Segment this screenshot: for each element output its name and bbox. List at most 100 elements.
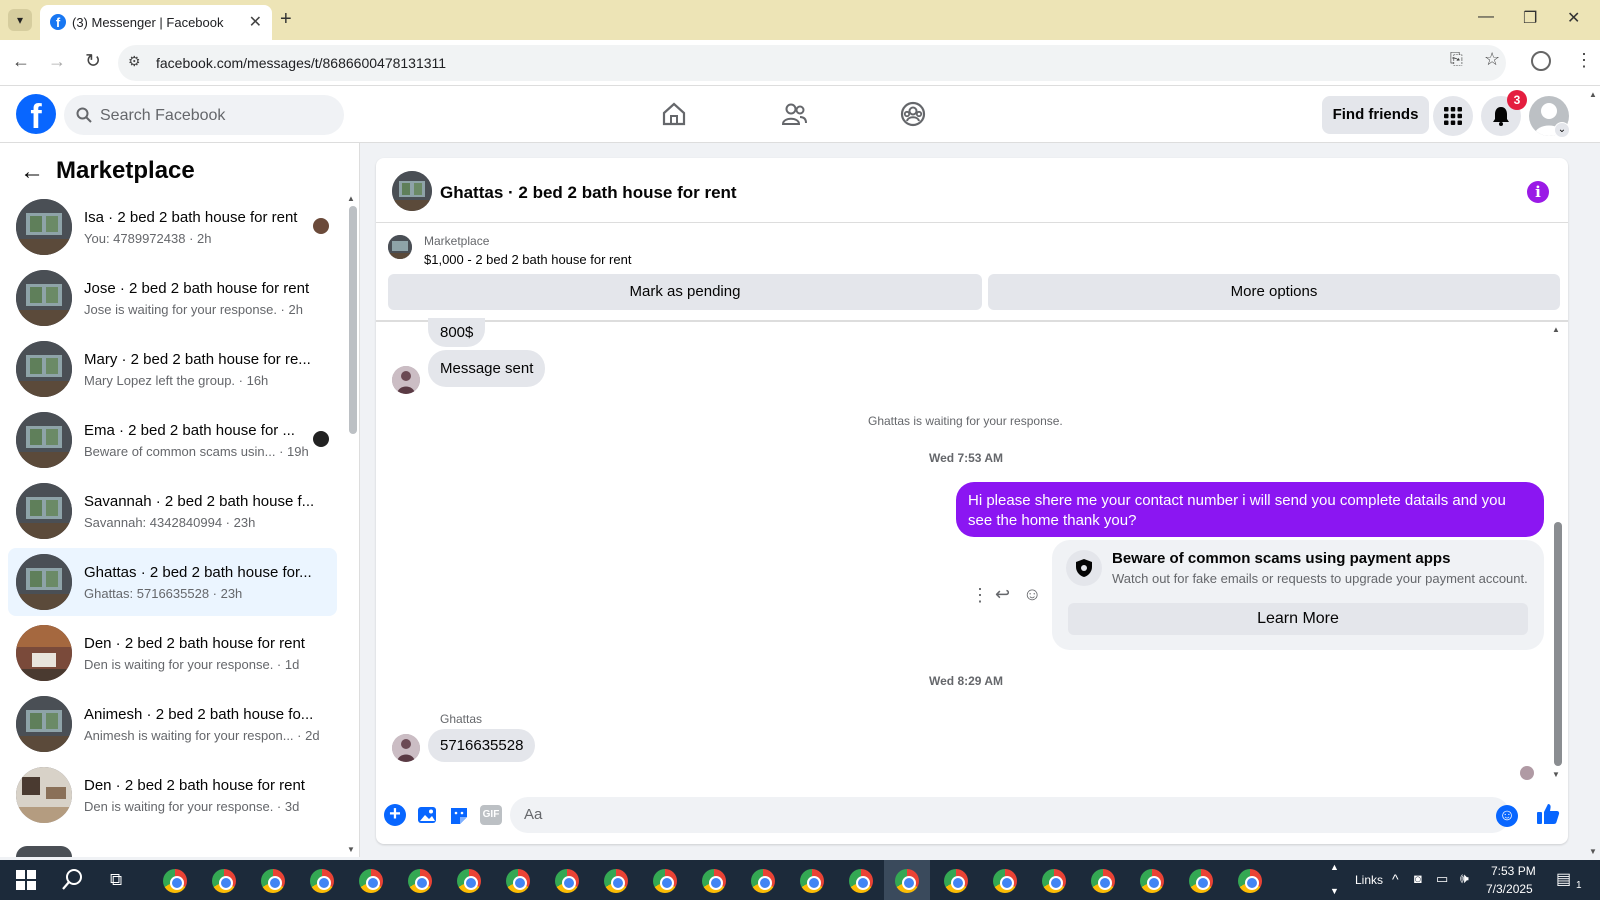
chat-scrollbar[interactable] bbox=[1554, 522, 1562, 766]
install-icon[interactable]: ⎘ bbox=[1450, 51, 1463, 69]
browser-tab[interactable]: f (3) Messenger | Facebook ✕ bbox=[40, 5, 272, 40]
conversation-item[interactable]: Den · 2 bed 2 bath house for rent Den is… bbox=[8, 619, 337, 687]
conversation-item[interactable]: Mary · 2 bed 2 bath house for re... Mary… bbox=[8, 335, 337, 403]
action-center-icon[interactable]: ▤ bbox=[1556, 869, 1571, 889]
bookmark-star-icon[interactable]: ☆ bbox=[1484, 49, 1500, 70]
chrome-taskbar-icon-active[interactable] bbox=[895, 869, 919, 893]
minimize-icon[interactable]: — bbox=[1478, 8, 1494, 26]
message-bubble[interactable]: 800$ bbox=[428, 318, 486, 347]
conversation-item[interactable]: Animesh · 2 bed 2 bath house fo... Anime… bbox=[8, 690, 337, 758]
meet-now-icon[interactable]: ◙ bbox=[1414, 871, 1422, 886]
chrome-taskbar-icon[interactable] bbox=[212, 869, 236, 893]
message-input[interactable]: Aa bbox=[510, 797, 1510, 833]
menu-grid-button[interactable] bbox=[1433, 96, 1473, 136]
message-bubble[interactable]: Message sent bbox=[428, 350, 546, 387]
back-icon[interactable]: ← bbox=[12, 51, 30, 72]
conversation-item[interactable]: Isa · 2 bed 2 bath house for rent You: 4… bbox=[8, 193, 337, 261]
chrome-taskbar-icon[interactable] bbox=[1042, 869, 1066, 893]
conversation-item-active[interactable]: Ghattas · 2 bed 2 bath house for... Ghat… bbox=[8, 548, 337, 616]
chrome-taskbar-icon[interactable] bbox=[849, 869, 873, 893]
sender-avatar[interactable] bbox=[392, 366, 420, 394]
reply-icon[interactable]: ↩ bbox=[995, 584, 1010, 605]
mark-as-pending-button[interactable]: Mark as pending bbox=[388, 274, 982, 310]
new-tab-icon[interactable]: + bbox=[280, 8, 292, 31]
outgoing-message[interactable]: Hi please shere me your contact number i… bbox=[956, 482, 1544, 537]
taskbar-scroll-down-icon[interactable]: ▼ bbox=[1330, 886, 1339, 896]
emoji-icon[interactable]: ☺ bbox=[1496, 805, 1518, 827]
page-scroll-down-icon[interactable]: ▼ bbox=[1589, 847, 1597, 856]
chrome-taskbar-icon[interactable] bbox=[555, 869, 579, 893]
chrome-taskbar-icon[interactable] bbox=[653, 869, 677, 893]
photo-icon[interactable] bbox=[416, 804, 438, 826]
chrome-taskbar-icon[interactable] bbox=[604, 869, 628, 893]
sticker-icon[interactable] bbox=[448, 804, 470, 826]
taskbar-search-icon[interactable] bbox=[62, 868, 84, 890]
react-emoji-icon[interactable]: ☺ bbox=[1023, 584, 1041, 605]
facebook-search[interactable]: Search Facebook bbox=[64, 95, 344, 135]
windows-start-icon[interactable] bbox=[16, 870, 36, 890]
close-window-icon[interactable]: ✕ bbox=[1567, 8, 1580, 28]
sidebar-scroll-down-icon[interactable]: ▼ bbox=[347, 845, 355, 854]
groups-icon[interactable] bbox=[899, 100, 927, 128]
marketplace-listing-thumbnail[interactable] bbox=[388, 235, 412, 259]
account-chevron-icon[interactable]: ⌄ bbox=[1554, 122, 1570, 138]
network-icon[interactable]: ▭ bbox=[1436, 871, 1448, 887]
chrome-taskbar-icon[interactable] bbox=[1238, 869, 1262, 893]
taskbar-time[interactable]: 7:53 PM bbox=[1491, 864, 1536, 878]
conversation-item[interactable]: Den · 2 bed 2 bath house for rent Den is… bbox=[8, 761, 337, 829]
site-info-icon[interactable]: ⚙ bbox=[128, 53, 141, 70]
url-text[interactable]: facebook.com/messages/t/8686600478131311 bbox=[156, 55, 446, 71]
chrome-taskbar-icon[interactable] bbox=[457, 869, 481, 893]
volume-icon[interactable]: 🕪 bbox=[1460, 870, 1469, 887]
message-more-icon[interactable]: ⋮ bbox=[971, 585, 989, 606]
forward-icon[interactable]: → bbox=[48, 51, 66, 72]
learn-more-button[interactable]: Learn More bbox=[1068, 603, 1528, 635]
chat-header-avatar[interactable] bbox=[392, 171, 432, 211]
facebook-logo-icon[interactable]: f bbox=[16, 94, 56, 134]
conversation-item[interactable]: Ema · 2 bed 2 bath house for ... Beware … bbox=[8, 406, 337, 474]
find-friends-button[interactable]: Find friends bbox=[1322, 96, 1429, 134]
sidebar-scrollbar[interactable] bbox=[349, 206, 357, 434]
info-icon[interactable]: i bbox=[1527, 181, 1549, 203]
home-icon[interactable] bbox=[660, 100, 688, 128]
chrome-taskbar-icon[interactable] bbox=[993, 869, 1017, 893]
sidebar-scroll-up-icon[interactable]: ▲ bbox=[347, 194, 355, 203]
restore-icon[interactable]: ❐ bbox=[1523, 8, 1537, 28]
chrome-taskbar-icon[interactable] bbox=[1189, 869, 1213, 893]
chrome-taskbar-icon[interactable] bbox=[408, 869, 432, 893]
chrome-taskbar-icon[interactable] bbox=[751, 869, 775, 893]
sender-avatar[interactable] bbox=[392, 734, 420, 762]
profile-icon[interactable] bbox=[1531, 51, 1551, 71]
close-tab-icon[interactable]: ✕ bbox=[249, 12, 262, 32]
friends-icon[interactable] bbox=[780, 100, 808, 128]
chrome-taskbar-icon[interactable] bbox=[1091, 869, 1115, 893]
plus-icon[interactable]: + bbox=[384, 804, 406, 826]
listing-title[interactable]: $1,000 - 2 bed 2 bath house for rent bbox=[424, 252, 631, 267]
thumbs-up-icon[interactable] bbox=[1536, 802, 1560, 826]
chrome-taskbar-icon[interactable] bbox=[1140, 869, 1164, 893]
chat-title[interactable]: Ghattas · 2 bed 2 bath house for rent bbox=[440, 183, 737, 203]
chrome-taskbar-icon[interactable] bbox=[702, 869, 726, 893]
taskbar-scroll-up-icon[interactable]: ▲ bbox=[1330, 862, 1339, 872]
tray-chevron-icon[interactable]: ^ bbox=[1392, 871, 1399, 887]
taskbar-date[interactable]: 7/3/2025 bbox=[1486, 882, 1533, 896]
chrome-taskbar-icon[interactable] bbox=[163, 869, 187, 893]
tab-search-icon[interactable]: ▾ bbox=[8, 9, 32, 31]
task-view-icon[interactable]: ⧉ bbox=[110, 870, 122, 890]
browser-menu-icon[interactable]: ⋮ bbox=[1575, 50, 1593, 71]
chat-scroll-up-icon[interactable]: ▲ bbox=[1552, 325, 1560, 334]
chrome-taskbar-icon[interactable] bbox=[800, 869, 824, 893]
chrome-taskbar-icon[interactable] bbox=[359, 869, 383, 893]
links-toolbar[interactable]: Links bbox=[1355, 873, 1383, 887]
incoming-message[interactable]: 5716635528 bbox=[428, 729, 536, 762]
reload-icon[interactable]: ↻ bbox=[85, 50, 101, 73]
back-arrow-icon[interactable]: ← bbox=[20, 158, 44, 186]
chrome-taskbar-icon[interactable] bbox=[506, 869, 530, 893]
conversation-item[interactable]: Savannah · 2 bed 2 bath house f... Savan… bbox=[8, 477, 337, 545]
more-options-button[interactable]: More options bbox=[988, 274, 1560, 310]
chrome-taskbar-icon[interactable] bbox=[261, 869, 285, 893]
page-scroll-up-icon[interactable]: ▲ bbox=[1589, 90, 1597, 99]
conversation-item[interactable]: Jose · 2 bed 2 bath house for rent Jose … bbox=[8, 264, 337, 332]
chrome-taskbar-icon[interactable] bbox=[310, 869, 334, 893]
chat-scroll-down-icon[interactable]: ▼ bbox=[1552, 770, 1560, 779]
